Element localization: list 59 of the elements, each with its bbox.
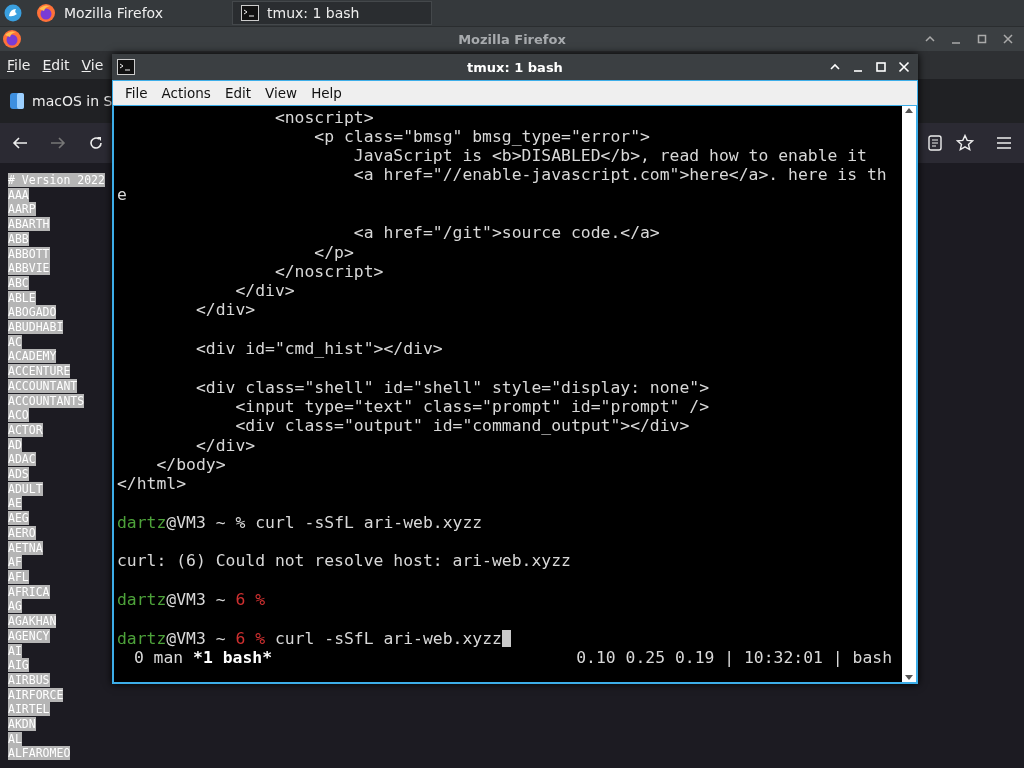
tmux-window-label: *1 bash* [193, 647, 273, 667]
menu-item[interactable]: Actions [161, 85, 211, 101]
taskbar-item[interactable]: Mozilla Firefox [28, 1, 208, 25]
prompt-user: dartz [117, 512, 167, 532]
star-icon[interactable] [956, 134, 974, 152]
back-icon[interactable] [12, 136, 28, 150]
terminal-line: <div id="cmd_hist"></div> [194, 339, 443, 359]
prompt-symbol: % [235, 512, 246, 532]
command-text: curl -sSfL ari-web.xyzz [274, 628, 502, 648]
terminal-line: <div class="output" id="command_output"></div> [234, 416, 690, 436]
terminal-line: <a href="//enable-javascript.com">here</a>. here is th [352, 165, 887, 185]
terminal-line: </div> [194, 435, 256, 455]
maximize-icon[interactable] [976, 33, 988, 45]
menu-item[interactable]: Edit [42, 57, 70, 73]
launcher-icon[interactable] [4, 4, 22, 22]
terminal-icon [241, 5, 259, 21]
close-icon[interactable] [1002, 33, 1014, 45]
prompt-user: dartz [117, 628, 167, 648]
terminal-line: curl: (6) Could not resolve host: ari-web.xyzz [117, 551, 571, 571]
menu-item[interactable]: Vie [81, 57, 104, 73]
prompt-user: dartz [117, 589, 167, 609]
terminal-line: <a href="/git">source code.</a> [352, 223, 660, 243]
terminal-line: </div> [194, 300, 256, 320]
terminal-line: </body> [155, 454, 226, 474]
menu-item[interactable]: File [125, 85, 148, 101]
terminal-line: JavaScript is <b>DISABLED</b>, read how to enable it [352, 146, 867, 166]
tab[interactable]: macOS in S [32, 93, 113, 109]
terminal-line: <noscript> [273, 107, 374, 127]
terminal-line: <input type="text" class="prompt" id="prompt" /> [234, 396, 710, 416]
prompt-symbol: 6 % [235, 628, 266, 648]
reload-icon[interactable] [88, 135, 104, 151]
prompt-host: @VM3 ~ [166, 589, 226, 609]
window-title: Mozilla Firefox [458, 31, 566, 47]
terminal-icon [117, 59, 135, 75]
menu-item[interactable]: Edit [224, 85, 252, 101]
menu-item[interactable]: View [265, 85, 298, 101]
scroll-down-icon[interactable] [904, 674, 914, 682]
window-title: tmux: 1 bash [467, 59, 563, 75]
terminal-line: <p class="bmsg" bmsg_type="error"> [313, 126, 650, 146]
terminal-line: e [117, 184, 127, 204]
terminal-line: </noscript> [273, 261, 384, 281]
prompt-symbol: 6 % [235, 589, 266, 609]
taskbar-item[interactable]: tmux: 1 bash [232, 1, 432, 25]
status-text: 0.10 0.25 0.19 | 10:32:01 | bash [576, 647, 892, 668]
menu-item[interactable]: File [7, 57, 31, 73]
reader-view-icon[interactable] [928, 135, 942, 151]
prompt-host: @VM3 ~ [166, 628, 226, 648]
terminal-line: <div class="shell" id="shell" style="display: none"> [194, 377, 710, 397]
browser-icon [36, 3, 56, 23]
menu-icon[interactable] [996, 136, 1012, 150]
terminal-line: </div> [234, 281, 295, 301]
prompt-host: @VM3 ~ [166, 512, 226, 532]
tmux-window-label: 0 man [133, 647, 184, 667]
forward-icon[interactable] [50, 136, 66, 150]
terminal-line: </p> [313, 242, 354, 262]
command-text: curl -sSfL ari-web.xyzz [255, 512, 483, 532]
terminal-line: </html> [117, 474, 187, 494]
browser-icon [2, 29, 22, 49]
menu-item[interactable]: Help [311, 85, 342, 101]
